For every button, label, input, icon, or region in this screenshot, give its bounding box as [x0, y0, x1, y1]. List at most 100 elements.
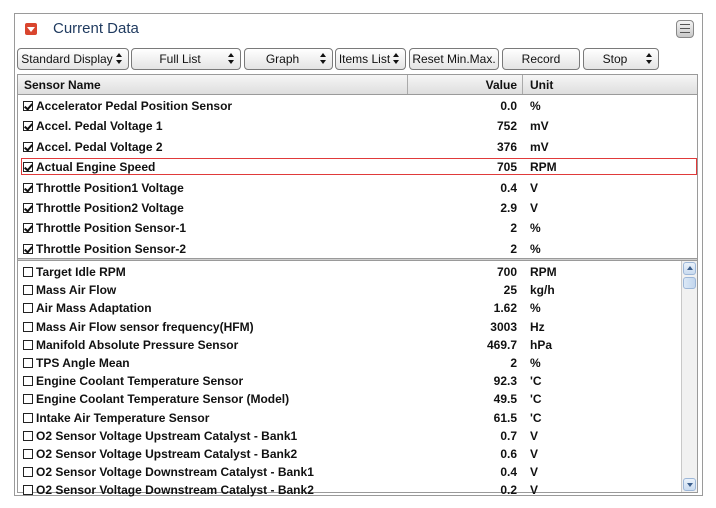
- checked-checkbox[interactable]: [23, 223, 33, 234]
- unchecked-checkbox[interactable]: [23, 394, 33, 405]
- unchecked-checkbox[interactable]: [23, 449, 33, 459]
- table-row[interactable]: Intake Air Temperature Sensor 61.5 'C: [18, 409, 697, 427]
- checked-checkbox[interactable]: [23, 182, 33, 193]
- scroll-down-icon[interactable]: [683, 478, 696, 491]
- scrollbar-thumb[interactable]: [683, 277, 696, 289]
- column-header-sensor-name[interactable]: Sensor Name: [24, 78, 101, 92]
- unchecked-checkbox[interactable]: [23, 267, 33, 277]
- unchecked-checkbox[interactable]: [23, 303, 33, 314]
- table-row[interactable]: Engine Coolant Temperature Sensor 92.3 'C: [18, 372, 697, 390]
- sensor-name: Accelerator Pedal Position Sensor: [36, 99, 233, 113]
- sensor-value: 25: [503, 283, 517, 298]
- sensor-name: O2 Sensor Voltage Upstream Catalyst - Ba…: [36, 428, 298, 443]
- unchecked-checkbox[interactable]: [23, 358, 33, 368]
- sensor-value: 0.4: [500, 465, 517, 480]
- unchecked-checkbox[interactable]: [23, 339, 33, 350]
- table-row[interactable]: O2 Sensor Voltage Upstream Catalyst - Ba…: [18, 445, 697, 463]
- collapse-icon[interactable]: [25, 23, 37, 35]
- checked-checkbox[interactable]: [23, 101, 33, 111]
- table-row[interactable]: Mass Air Flow 25 kg/h: [18, 281, 697, 299]
- graph-select[interactable]: Graph: [244, 48, 333, 70]
- select-arrows-icon: [228, 53, 235, 65]
- unchecked-checkbox[interactable]: [23, 467, 33, 478]
- column-header-unit[interactable]: Unit: [530, 78, 553, 92]
- full-list-select[interactable]: Full List: [131, 48, 241, 70]
- sensor-unit: Hz: [530, 319, 545, 334]
- sensor-unit: mV: [530, 119, 549, 134]
- table-row[interactable]: Throttle Position1 Voltage 0.4 V: [18, 179, 697, 197]
- sensor-value: 2: [510, 241, 517, 256]
- sensor-value: 1.62: [493, 301, 517, 316]
- checked-checkbox[interactable]: [23, 203, 33, 213]
- table-row[interactable]: Actual Engine Speed 705 RPM: [18, 158, 697, 176]
- standard-display-label: Standard Display: [21, 52, 113, 66]
- record-button[interactable]: Record: [502, 48, 580, 70]
- panel-menu-icon[interactable]: [676, 20, 694, 38]
- unchecked-checkbox[interactable]: [23, 412, 33, 423]
- sensor-value: 0.7: [500, 428, 517, 443]
- select-arrows-icon: [116, 53, 123, 65]
- table-row[interactable]: Air Mass Adaptation 1.62%: [18, 299, 697, 317]
- unchecked-checkbox[interactable]: [23, 485, 33, 496]
- full-list-label: Full List: [159, 52, 201, 66]
- sensor-name: Throttle Position2 Voltage: [36, 201, 184, 215]
- sensor-unit: %: [530, 301, 541, 316]
- table-row[interactable]: Accel. Pedal Voltage 2 376 mV: [18, 138, 697, 156]
- sensor-value: 0.0: [500, 99, 517, 113]
- table-row[interactable]: Accel. Pedal Voltage 1 752 mV: [18, 117, 697, 135]
- sensor-name: Throttle Position1 Voltage: [36, 180, 184, 195]
- sensor-name: Actual Engine Speed: [36, 160, 156, 175]
- checked-checkbox[interactable]: [23, 121, 33, 132]
- scrollbar[interactable]: [681, 261, 697, 492]
- panel-header: Current Data: [15, 14, 702, 44]
- table-header: Sensor Name Value Unit: [18, 75, 697, 95]
- table-row[interactable]: O2 Sensor Voltage Downstream Catalyst - …: [18, 481, 697, 499]
- scroll-up-icon[interactable]: [683, 262, 696, 275]
- sensor-value: 3003: [490, 319, 517, 334]
- sensor-name: Air Mass Adaptation: [36, 301, 152, 316]
- select-arrows-icon: [646, 53, 653, 65]
- table-row[interactable]: Throttle Position Sensor-2 2%: [18, 240, 697, 258]
- table-row[interactable]: Engine Coolant Temperature Sensor (Model…: [18, 390, 697, 408]
- table-row[interactable]: O2 Sensor Voltage Downstream Catalyst - …: [18, 463, 697, 481]
- sensor-unit: 'C: [530, 410, 542, 425]
- table-row[interactable]: Throttle Position Sensor-1 2%: [18, 219, 697, 237]
- sensor-unit: V: [530, 180, 539, 195]
- column-header-value[interactable]: Value: [486, 78, 517, 92]
- items-list-select[interactable]: Items List: [335, 48, 406, 70]
- sensor-value: 61.5: [493, 410, 517, 425]
- stop-select[interactable]: Stop: [583, 48, 659, 70]
- table-row[interactable]: Throttle Position2 Voltage 2.9 V: [18, 199, 697, 217]
- current-data-panel: Current Data Standard Display Full List …: [14, 13, 703, 499]
- unchecked-checkbox[interactable]: [23, 376, 33, 387]
- sensor-name: Throttle Position Sensor-2: [36, 241, 187, 256]
- select-arrows-icon: [320, 53, 327, 65]
- unchecked-checkbox[interactable]: [23, 321, 33, 332]
- list-divider[interactable]: [18, 258, 697, 261]
- sensor-name: Manifold Absolute Pressure Sensor: [36, 337, 239, 352]
- checked-checkbox[interactable]: [23, 141, 33, 152]
- unchecked-checkbox[interactable]: [23, 285, 33, 296]
- sensor-unit: mV: [530, 139, 549, 154]
- table-row[interactable]: Mass Air Flow sensor frequency(HFM) 3003 H…: [18, 318, 697, 336]
- sensor-unit: 'C: [530, 392, 542, 407]
- sensor-unit: RPM: [530, 160, 557, 175]
- sensor-value: 2: [510, 356, 517, 370]
- table-row[interactable]: O2 Sensor Voltage Upstream Catalyst - Ba…: [18, 427, 697, 445]
- sensor-unit: V: [530, 428, 539, 443]
- sensor-value: 2.9: [500, 201, 517, 215]
- unchecked-checkbox[interactable]: [23, 430, 33, 441]
- table-row[interactable]: TPS Angle Mean 2%: [18, 354, 697, 372]
- table-row[interactable]: Manifold Absolute Pressure Sensor 469.7 hP…: [18, 336, 697, 354]
- select-arrows-icon: [393, 53, 400, 65]
- sensor-value: 92.3: [493, 374, 517, 389]
- table-row[interactable]: Target Idle RPM 700 RPM: [18, 263, 697, 281]
- reset-min-max-button[interactable]: Reset Min.Max.: [409, 48, 499, 70]
- standard-display-select[interactable]: Standard Display: [17, 48, 129, 70]
- checked-checkbox[interactable]: [23, 162, 33, 173]
- sensor-unit: RPM: [530, 265, 557, 279]
- checked-checkbox[interactable]: [23, 243, 33, 254]
- table-row[interactable]: Accelerator Pedal Position Sensor 0.0%: [18, 97, 697, 115]
- stop-label: Stop: [602, 52, 628, 66]
- sensor-name: Accel. Pedal Voltage 1: [36, 119, 163, 134]
